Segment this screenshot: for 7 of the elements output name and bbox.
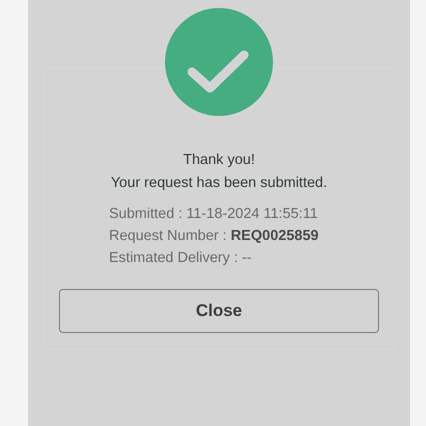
- thank-you-heading: Thank you!: [183, 151, 255, 170]
- close-button[interactable]: Close: [59, 289, 379, 333]
- detail-line: Submitted : 11-18-2024 11:55:11: [109, 205, 319, 224]
- detail-line: Estimated Delivery : --: [109, 249, 253, 268]
- confirmation-message: Your request has been submitted.: [110, 174, 328, 193]
- success-check-icon: [165, 8, 273, 116]
- detail-line: Request Number : REQ0025859: [109, 227, 319, 246]
